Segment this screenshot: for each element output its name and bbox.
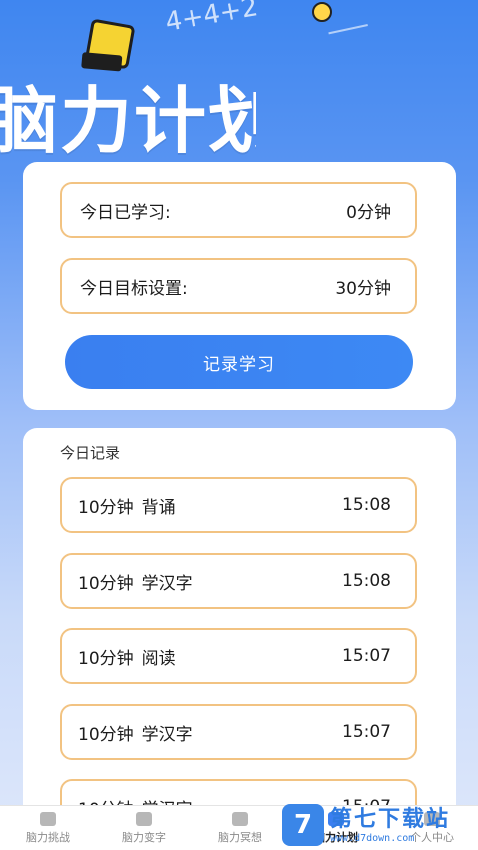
daily-goal-row[interactable]: 今日目标设置: 30分钟 xyxy=(60,258,417,314)
meditation-icon xyxy=(232,812,248,826)
record-duration: 10分钟 xyxy=(78,648,134,669)
record-time: 15:07 xyxy=(342,646,391,666)
record-time: 15:08 xyxy=(342,495,391,515)
tab-brain-meditation[interactable]: 脑力冥想 xyxy=(192,806,288,850)
record-duration: 10分钟 xyxy=(78,573,134,594)
trophy-icon xyxy=(40,812,56,826)
record-subject: 学汉字 xyxy=(141,573,193,594)
tab-label: 脑力变字 xyxy=(122,831,166,844)
daily-goal-label: 今日目标设置: xyxy=(80,278,188,299)
records-title: 今日记录 xyxy=(60,444,121,462)
daily-goal-value: 30分钟 xyxy=(335,278,391,299)
record-duration: 10分钟 xyxy=(78,724,134,745)
tab-brain-challenge[interactable]: 脑力挑战 xyxy=(0,806,96,850)
record-item: 10分钟 阅读 15:07 xyxy=(60,628,417,684)
header-banner: 4+4+2 脑力计划 xyxy=(0,0,478,165)
watermark-name: 第七下载站 xyxy=(330,806,451,832)
record-time: 15:08 xyxy=(342,571,391,591)
math-decoration: 4+4+2 xyxy=(163,0,261,38)
site-watermark: 7 第七下载站 www.d7down.com xyxy=(282,800,478,850)
record-item: 10分钟 背诵 15:08 xyxy=(60,477,417,533)
watermark-url: www.d7down.com xyxy=(330,832,415,844)
char-icon xyxy=(136,812,152,826)
record-subject: 背诵 xyxy=(141,497,176,518)
summary-card: 今日已学习: 0分钟 今日目标设置: 30分钟 记录学习 xyxy=(23,162,456,410)
lightbulb-icon xyxy=(312,2,332,22)
record-time: 15:07 xyxy=(342,722,391,742)
tab-label: 脑力冥想 xyxy=(218,831,262,844)
tab-brain-char[interactable]: 脑力变字 xyxy=(96,806,192,850)
record-item: 10分钟 学汉字 15:08 xyxy=(60,553,417,609)
record-duration: 10分钟 xyxy=(78,497,134,518)
records-card: 今日记录 10分钟 背诵 15:08 10分钟 学汉字 15:08 10分钟 阅读 1… xyxy=(23,428,456,828)
tab-label: 脑力挑战 xyxy=(26,831,70,844)
studied-today-row: 今日已学习: 0分钟 xyxy=(60,182,417,238)
page-title: 脑力计划 xyxy=(0,79,256,163)
record-subject: 阅读 xyxy=(141,648,176,669)
record-subject: 学汉字 xyxy=(141,724,193,745)
studied-today-value: 0分钟 xyxy=(346,202,391,223)
watermark-logo-icon: 7 xyxy=(282,804,324,846)
record-item: 10分钟学汉字 15:07 xyxy=(60,704,417,760)
paper-plane-icon xyxy=(328,24,372,52)
studied-today-label: 今日已学习: xyxy=(80,202,171,223)
record-study-button[interactable]: 记录学习 xyxy=(65,335,413,389)
